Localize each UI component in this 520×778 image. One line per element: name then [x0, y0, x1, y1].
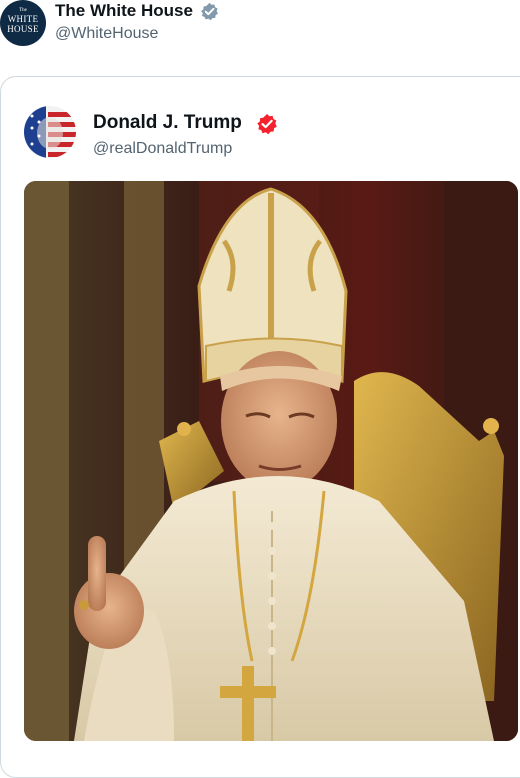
avatar-text-line3: HOUSE [7, 24, 39, 34]
quoted-handle[interactable]: @realDonaldTrump [93, 140, 232, 158]
avatar-text-line1: The [19, 8, 27, 13]
white-house-avatar[interactable]: The WHITE HOUSE [0, 0, 46, 46]
verified-red-badge-icon [257, 114, 277, 135]
quoted-display-name[interactable]: Donald J. Trump [93, 112, 242, 134]
flag-face-avatar-image [24, 106, 76, 158]
quoting-account-header: The WHITE HOUSE The White House @WhiteHo… [0, 0, 520, 50]
avatar-text-line2: WHITE [7, 14, 39, 24]
post-media-image[interactable] [24, 181, 518, 741]
verified-gray-badge-icon [201, 2, 218, 21]
account-display-name[interactable]: The White House [55, 1, 193, 21]
pope-portrait-illustration [24, 181, 518, 741]
trump-avatar[interactable] [24, 106, 76, 158]
account-handle[interactable]: @WhiteHouse [55, 25, 158, 43]
